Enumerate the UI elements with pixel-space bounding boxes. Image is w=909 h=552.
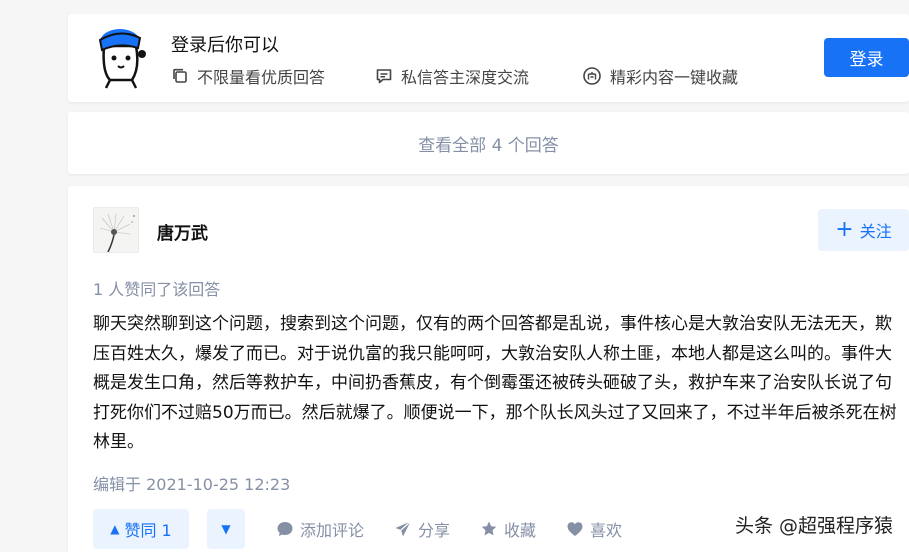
favorite-button[interactable]: 收藏 [480, 517, 536, 541]
follow-button[interactable]: + 关注 [818, 209, 909, 251]
like-button[interactable]: 喜欢 [566, 517, 622, 541]
feature-label: 不限量看优质回答 [197, 68, 326, 87]
vote-up-label: 赞同 1 [124, 521, 172, 540]
edited-timestamp: 编辑于 2021-10-25 12:23 [93, 475, 291, 494]
view-all-answers-link[interactable]: 查看全部 4 个回答 [418, 131, 559, 156]
comment-label: 添加评论 [300, 521, 365, 540]
share-label: 分享 [418, 521, 451, 540]
login-prompt-title: 登录后你可以 [171, 35, 279, 56]
view-all-answers-card[interactable]: 查看全部 4 个回答 [68, 112, 909, 174]
like-label: 喜欢 [590, 521, 623, 540]
login-button[interactable]: 登录 [824, 38, 909, 77]
follow-label: 关注 [859, 222, 892, 241]
share-icon [395, 521, 411, 537]
plus-icon: + [835, 217, 854, 242]
watermark: 头条 @超强程序猿 [734, 515, 893, 537]
author-avatar[interactable] [93, 207, 139, 253]
star-icon [481, 521, 497, 536]
triangle-up-icon: ▲ [110, 522, 120, 536]
feature-label: 精彩内容一键收藏 [610, 68, 739, 87]
collect-icon [583, 67, 601, 85]
answer-actions: ▲ 赞同 1 ▼ 添加评论 分享 收藏 喜欢 [93, 508, 622, 550]
copy-icon [173, 68, 187, 83]
login-prompt-card: 登录后你可以 不限量看优质回答 私信答主深度交流 精彩内容一键收藏 登录 [68, 14, 909, 102]
answer-card: 唐万武 + 关注 1 人赞同了该回答 聊天突然聊到这个问题，搜索到这个问题，仅有… [68, 186, 909, 552]
vote-down-button[interactable]: ▼ [207, 509, 245, 549]
feature-one-click-collect: 精彩内容一键收藏 [582, 64, 738, 88]
comment-button[interactable]: 添加评论 [276, 517, 364, 541]
comment-icon [277, 522, 293, 536]
vote-up-button[interactable]: ▲ 赞同 1 [93, 509, 189, 549]
author-name[interactable]: 唐万武 [157, 219, 208, 244]
share-button[interactable]: 分享 [394, 517, 450, 541]
heart-icon [567, 522, 583, 536]
feature-label: 私信答主深度交流 [401, 68, 530, 87]
favorite-label: 收藏 [504, 521, 537, 540]
feature-private-message: 私信答主深度交流 [375, 64, 529, 88]
feature-unlimited-answers: 不限量看优质回答 [171, 64, 325, 88]
answer-content: 聊天突然聊到这个问题，搜索到这个问题，仅有的两个回答都是乱说，事件核心是大敦治安… [93, 314, 897, 453]
upvote-info: 1 人赞同了该回答 [93, 280, 221, 299]
zhihu-mascot-icon [92, 24, 148, 90]
triangle-down-icon: ▼ [221, 522, 231, 536]
message-icon [376, 69, 392, 84]
